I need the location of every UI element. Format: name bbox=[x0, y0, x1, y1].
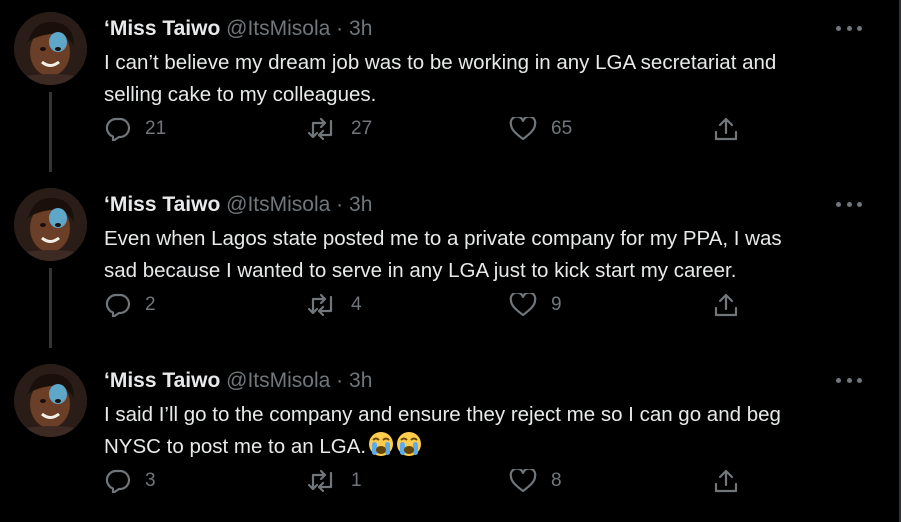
reply-icon bbox=[105, 469, 131, 493]
timestamp[interactable]: 3h bbox=[349, 17, 372, 40]
share-button[interactable] bbox=[713, 111, 739, 147]
reply-button[interactable]: 21 bbox=[105, 111, 166, 147]
heart-icon bbox=[509, 117, 537, 141]
share-button[interactable] bbox=[713, 287, 739, 323]
reply-count: 3 bbox=[145, 470, 156, 491]
share-icon bbox=[714, 293, 738, 317]
heart-icon bbox=[509, 293, 537, 317]
user-handle[interactable]: @ItsMisola bbox=[226, 17, 330, 40]
separator-dot: · bbox=[336, 193, 344, 216]
retweet-count: 27 bbox=[351, 118, 373, 139]
retweet-button[interactable]: 1 bbox=[307, 463, 362, 499]
tweet-actions: 3 1 8 bbox=[0, 463, 899, 499]
retweet-icon bbox=[307, 469, 333, 493]
heart-icon bbox=[509, 469, 537, 493]
like-button[interactable]: 65 bbox=[509, 111, 572, 147]
avatar[interactable] bbox=[14, 364, 87, 437]
separator-dot: · bbox=[336, 17, 344, 40]
tweet-header: ‘Miss Taiwo @ItsMisola · 3h bbox=[104, 192, 372, 218]
share-icon bbox=[714, 469, 738, 493]
retweet-count: 1 bbox=[351, 470, 362, 491]
timestamp[interactable]: 3h bbox=[349, 193, 372, 216]
more-options-icon[interactable] bbox=[836, 370, 862, 390]
display-name[interactable]: ‘Miss Taiwo bbox=[104, 193, 220, 216]
tweet-actions: 21 27 65 bbox=[0, 111, 899, 147]
like-button[interactable]: 8 bbox=[509, 463, 562, 499]
reply-count: 2 bbox=[145, 294, 156, 315]
user-handle[interactable]: @ItsMisola bbox=[226, 369, 330, 392]
display-name[interactable]: ‘Miss Taiwo bbox=[104, 369, 220, 392]
reply-button[interactable]: 3 bbox=[105, 463, 156, 499]
like-count: 8 bbox=[551, 470, 562, 491]
tweet[interactable]: ‘Miss Taiwo @ItsMisola · 3h I said I’ll … bbox=[0, 352, 899, 522]
user-handle[interactable]: @ItsMisola bbox=[226, 193, 330, 216]
tweet-text: I said I’ll go to the company and ensure… bbox=[104, 399, 864, 467]
retweet-count: 4 bbox=[351, 294, 362, 315]
reply-button[interactable]: 2 bbox=[105, 287, 156, 323]
loudly-crying-face-icon bbox=[368, 431, 422, 467]
retweet-button[interactable]: 27 bbox=[307, 111, 372, 147]
tweet-thread: ‘Miss Taiwo @ItsMisola · 3h I can’t beli… bbox=[0, 0, 901, 522]
like-count: 9 bbox=[551, 294, 562, 315]
avatar[interactable] bbox=[14, 12, 87, 85]
share-icon bbox=[714, 117, 738, 141]
tweet-text: Even when Lagos state posted me to a pri… bbox=[104, 227, 782, 282]
retweet-button[interactable]: 4 bbox=[307, 287, 362, 323]
retweet-icon bbox=[307, 293, 333, 317]
tweet-text-body: I said I’ll go to the company and ensure… bbox=[104, 403, 781, 458]
tweet-actions: 2 4 9 bbox=[0, 287, 899, 323]
tweet[interactable]: ‘Miss Taiwo @ItsMisola · 3h I can’t beli… bbox=[0, 0, 899, 176]
share-button[interactable] bbox=[713, 463, 739, 499]
tweet-text: I can’t believe my dream job was to be w… bbox=[104, 51, 777, 106]
reply-icon bbox=[105, 117, 131, 141]
timestamp[interactable]: 3h bbox=[349, 369, 372, 392]
separator-dot: · bbox=[336, 369, 344, 392]
like-count: 65 bbox=[551, 118, 573, 139]
tweet-header: ‘Miss Taiwo @ItsMisola · 3h bbox=[104, 368, 372, 394]
more-options-icon[interactable] bbox=[836, 194, 862, 214]
tweet-header: ‘Miss Taiwo @ItsMisola · 3h bbox=[104, 16, 372, 42]
reply-icon bbox=[105, 293, 131, 317]
avatar[interactable] bbox=[14, 188, 87, 261]
tweet[interactable]: ‘Miss Taiwo @ItsMisola · 3h Even when La… bbox=[0, 176, 899, 352]
more-options-icon[interactable] bbox=[836, 18, 862, 38]
reply-count: 21 bbox=[145, 118, 167, 139]
retweet-icon bbox=[307, 117, 333, 141]
display-name[interactable]: ‘Miss Taiwo bbox=[104, 17, 220, 40]
like-button[interactable]: 9 bbox=[509, 287, 562, 323]
